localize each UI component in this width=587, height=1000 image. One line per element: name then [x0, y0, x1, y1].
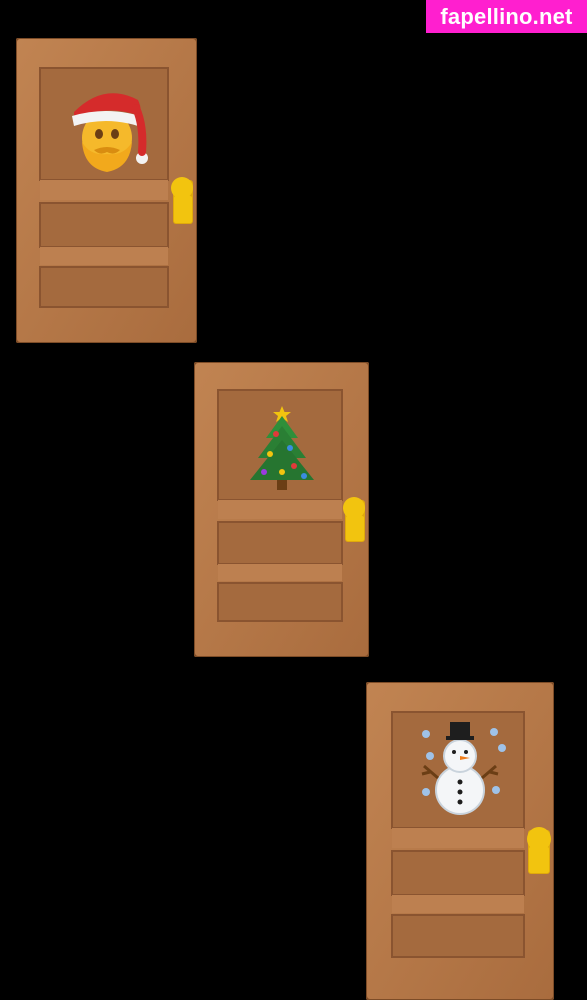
door-santa[interactable]	[16, 38, 197, 343]
door-tree[interactable]	[194, 362, 369, 657]
door-santa-graphic	[16, 38, 197, 343]
door-tree-graphic	[194, 362, 369, 657]
watermark: fapellino.net	[426, 0, 587, 33]
door-snowman-graphic	[366, 682, 554, 1000]
door-snowman[interactable]	[366, 682, 554, 1000]
